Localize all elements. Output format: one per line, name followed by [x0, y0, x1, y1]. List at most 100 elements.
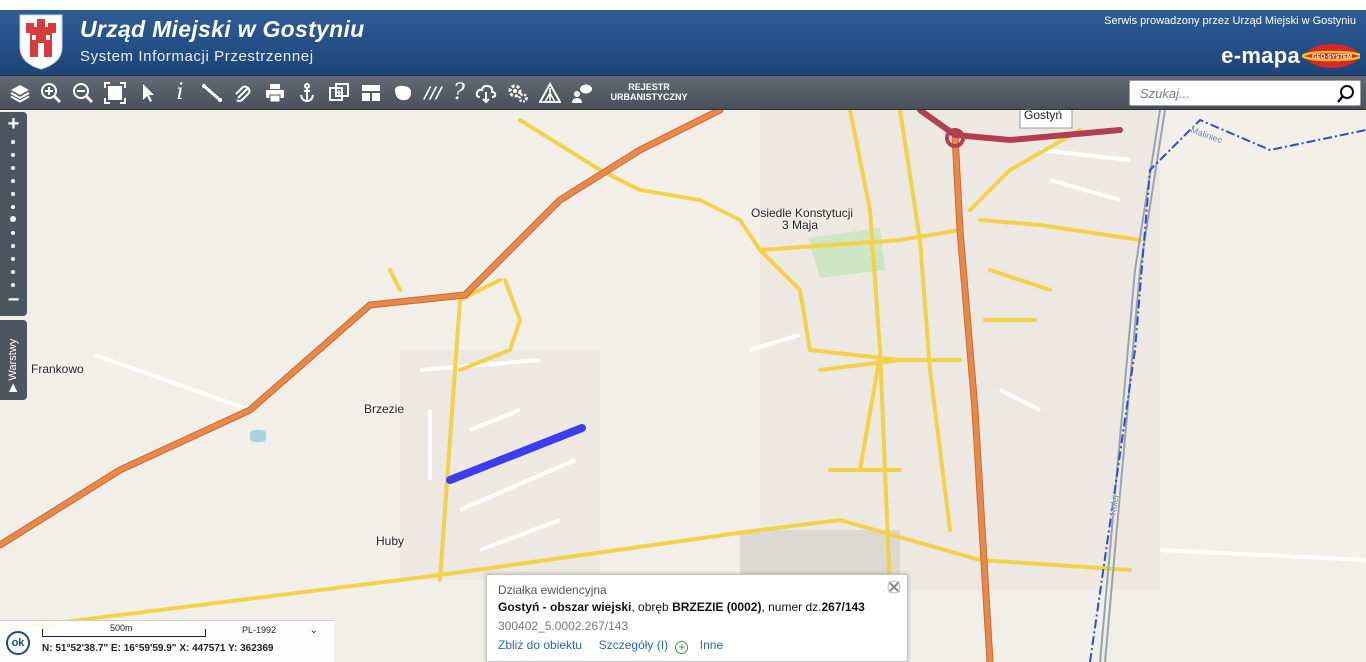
- layout-button[interactable]: [357, 79, 385, 107]
- zoom-level-dot[interactable]: [11, 283, 15, 287]
- emapa-brand: e-mapa: [1221, 43, 1300, 68]
- geosystem-logo-text: GEO-SYSTEM: [1312, 55, 1352, 61]
- attach-link-icon: [235, 85, 251, 102]
- search-input[interactable]: [1130, 81, 1330, 105]
- zoom-level-dot[interactable]: [11, 231, 15, 235]
- copy-button[interactable]: [325, 79, 353, 107]
- layers-button[interactable]: [6, 79, 34, 107]
- coordinates-readout: N: 51°52'38.7" E: 16°59'59.9" X: 447571 …: [42, 643, 274, 654]
- app-root: Urząd Miejski w Gostyniu System Informac…: [0, 0, 1366, 662]
- help-icon: ?: [453, 80, 465, 105]
- zoom-level-dot[interactable]: [11, 244, 15, 248]
- search-icon[interactable]: [1336, 84, 1356, 104]
- comment-user-icon: [572, 84, 592, 103]
- layout-icon: [362, 85, 380, 101]
- warning-icon: [539, 82, 561, 103]
- download-button[interactable]: [472, 79, 500, 107]
- parcel-obreb: BRZEZIE (0002): [672, 600, 762, 614]
- zoom-level-dot[interactable]: [11, 257, 15, 261]
- zoom-to-object-link[interactable]: Zbliż do obiektu: [498, 638, 582, 652]
- polygon-icon: [395, 85, 412, 101]
- parcel-text-2: , numer dz.: [761, 600, 822, 614]
- label-brzezie: Brzezie: [364, 402, 405, 416]
- chevron-down-icon: ⌄: [309, 625, 318, 636]
- ok-button[interactable]: ok: [6, 631, 30, 655]
- info-icon: i: [176, 80, 184, 105]
- search-box: [1129, 80, 1361, 106]
- registry-line-2: URBANISTYCZNY: [610, 92, 688, 102]
- app-subtitle: System Informacji Przestrzennej: [80, 48, 314, 65]
- zoom-level-dot[interactable]: [11, 205, 15, 209]
- parcel-area-name: Gostyń - obszar wiejski: [498, 600, 632, 614]
- select-arrow-icon: [143, 84, 154, 102]
- parcel-text-1: , obręb: [631, 600, 673, 614]
- select-button[interactable]: [134, 79, 162, 107]
- label-huby: Huby: [376, 534, 405, 548]
- info-button[interactable]: i: [166, 79, 194, 107]
- provider-note: Serwis prowadzony przez Urząd Miejski w …: [1104, 15, 1356, 27]
- full-extent-button[interactable]: [101, 79, 129, 107]
- close-icon[interactable]: [887, 580, 901, 594]
- zoom-level-dot[interactable]: [11, 140, 15, 144]
- crs-select[interactable]: PL-1992 ⌄: [242, 625, 324, 639]
- water-pond: [250, 430, 266, 442]
- warning-button[interactable]: [536, 79, 564, 107]
- help-button[interactable]: ?: [445, 79, 473, 107]
- coordinates-panel: ok 500m PL-1992 ⌄ N: 51°52'38.7" E: 16°5…: [0, 620, 334, 662]
- hatch-icon: ///: [424, 83, 442, 102]
- header: Urząd Miejski w Gostyniu System Informac…: [0, 10, 1366, 76]
- label-frankowo: Frankowo: [31, 362, 84, 376]
- top-strip: [0, 0, 1366, 10]
- zoom-in-icon: [41, 83, 62, 104]
- popup-links: Zbliż do obiektu Szczegóły (I) + Inne: [498, 638, 723, 654]
- settings-icon: [508, 84, 528, 103]
- zoom-plus-button[interactable]: +: [0, 114, 27, 134]
- download-cloud-icon: [475, 84, 497, 104]
- zoom-level-dot[interactable]: [11, 166, 15, 170]
- full-extent-icon: [104, 82, 126, 104]
- registry-line-1: REJESTR: [628, 82, 670, 92]
- zoom-out-icon: [73, 83, 94, 104]
- zoom-bar: + −: [0, 112, 27, 316]
- app-title: Urząd Miejski w Gostyniu: [80, 16, 365, 42]
- label-gostyn: Gostyń: [1024, 108, 1063, 122]
- parcel-info-popup: Działka ewidencyjna Gostyń - obszar wiej…: [486, 574, 908, 662]
- zoom-minus-button[interactable]: −: [0, 290, 27, 310]
- hatch-button[interactable]: ///: [419, 79, 447, 107]
- popup-title: Działka ewidencyjna: [498, 583, 607, 597]
- zoom-in-button[interactable]: [37, 79, 65, 107]
- zoom-level-dot[interactable]: [11, 179, 15, 183]
- measure-icon: [202, 84, 222, 102]
- zoom-level-dot[interactable]: [11, 270, 15, 274]
- city-crest-icon: [19, 14, 63, 70]
- details-link[interactable]: Szczegóły (I): [599, 638, 668, 652]
- layers-tab-label: ▶ Warstwy: [7, 338, 19, 392]
- crs-value: PL-1992: [242, 625, 277, 635]
- print-icon: [266, 84, 284, 103]
- add-plus-icon[interactable]: +: [675, 641, 689, 654]
- anchor-button[interactable]: [293, 79, 321, 107]
- print-button[interactable]: [261, 79, 289, 107]
- zoom-out-button[interactable]: [69, 79, 97, 107]
- anchor-icon: [300, 83, 314, 103]
- zoom-level-dot-active[interactable]: [10, 216, 16, 222]
- urban-registry-button[interactable]: REJESTR URBANISTYCZNY: [604, 82, 694, 102]
- attach-link-button[interactable]: [229, 79, 257, 107]
- layers-tab[interactable]: ▶ Warstwy: [0, 320, 27, 400]
- comment-user-button[interactable]: [568, 79, 596, 107]
- scale-label: 500m: [110, 623, 133, 633]
- copy-icon: [329, 83, 349, 101]
- polygon-button[interactable]: [389, 79, 417, 107]
- zoom-level-dot[interactable]: [11, 192, 15, 196]
- parcel-number: 267/143: [821, 600, 865, 614]
- label-osiedle-2: 3 Maja: [782, 218, 819, 232]
- toolbar: i /// ? REJESTR URBANISTYCZNY Szukaj...: [0, 76, 1366, 110]
- settings-button[interactable]: [504, 79, 532, 107]
- other-link[interactable]: Inne: [700, 638, 723, 652]
- parcel-identifier: 300402_5.0002.267/143: [498, 619, 629, 633]
- geosystem-logo-icon: GEO-SYSTEM: [1302, 44, 1360, 68]
- measure-button[interactable]: [198, 79, 226, 107]
- layers-icon: [10, 85, 30, 103]
- zoom-level-dot[interactable]: [11, 153, 15, 157]
- parcel-description: Gostyń - obszar wiejski, obręb BRZEZIE (…: [498, 600, 865, 614]
